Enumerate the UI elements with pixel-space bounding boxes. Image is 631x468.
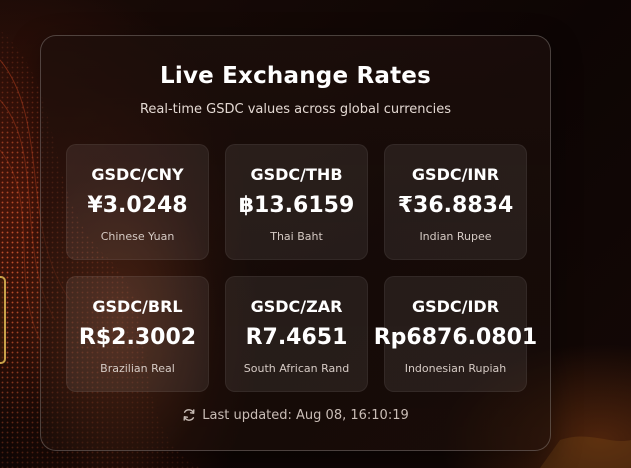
rate-value: R$2.3002 bbox=[78, 325, 197, 350]
last-updated-text: Last updated: Aug 08, 16:10:19 bbox=[202, 408, 409, 423]
rate-pair: GSDC/BRL bbox=[92, 297, 183, 316]
rate-pair: GSDC/INR bbox=[411, 165, 500, 184]
rate-pair: GSDC/THB bbox=[250, 165, 343, 184]
currency-name: Indian Rupee bbox=[419, 230, 492, 243]
rate-card-thb: GSDC/THB ฿13.6159 Thai Baht bbox=[225, 144, 368, 260]
refresh-icon bbox=[183, 409, 195, 421]
rate-card-cny: GSDC/CNY ¥3.0248 Chinese Yuan bbox=[66, 144, 209, 260]
last-updated-status: Last updated: Aug 08, 16:10:19 bbox=[41, 408, 550, 423]
rate-card-inr: GSDC/INR ₹36.8834 Indian Rupee bbox=[384, 144, 527, 260]
rate-card-brl: GSDC/BRL R$2.3002 Brazilian Real bbox=[66, 276, 209, 392]
rate-card-idr: GSDC/IDR Rp6876.0801 Indonesian Rupiah bbox=[374, 276, 537, 392]
currency-name: Brazilian Real bbox=[100, 362, 175, 375]
currency-name: Indonesian Rupiah bbox=[404, 362, 507, 375]
rate-value: ¥3.0248 bbox=[87, 193, 188, 218]
rate-card-zar: GSDC/ZAR R7.4651 South African Rand bbox=[225, 276, 368, 392]
rate-value: ₹36.8834 bbox=[397, 193, 514, 218]
side-drawer-handle[interactable] bbox=[0, 276, 6, 364]
currency-name: Thai Baht bbox=[270, 230, 323, 243]
currency-name: South African Rand bbox=[243, 362, 350, 375]
exchange-rates-panel: Live Exchange Rates Real-time GSDC value… bbox=[40, 35, 551, 451]
rate-pair: GSDC/ZAR bbox=[250, 297, 343, 316]
panel-subtitle: Real-time GSDC values across global curr… bbox=[139, 102, 452, 117]
rate-value: R7.4651 bbox=[245, 325, 348, 350]
rate-value: Rp6876.0801 bbox=[373, 325, 538, 350]
rate-pair: GSDC/CNY bbox=[91, 165, 184, 184]
panel-title: Live Exchange Rates bbox=[160, 63, 431, 89]
rate-value: ฿13.6159 bbox=[238, 193, 355, 218]
rate-pair: GSDC/IDR bbox=[411, 297, 500, 316]
page-background: Live Exchange Rates Real-time GSDC value… bbox=[0, 0, 631, 468]
currency-name: Chinese Yuan bbox=[100, 230, 175, 243]
